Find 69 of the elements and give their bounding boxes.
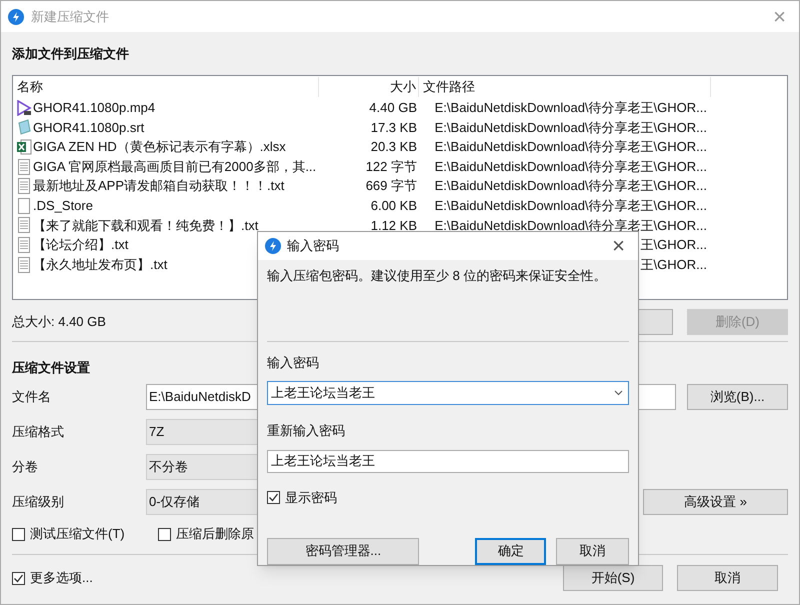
file-size: 6.00 KB <box>370 198 417 214</box>
file-name: .DS_Store <box>33 197 93 216</box>
file-size: 1.12 KB <box>370 218 417 233</box>
file-path: E:\BaiduNetdiskDownload\待分享老王\GHOR... <box>434 138 707 156</box>
text-file-icon <box>16 178 32 194</box>
document-icon <box>16 119 32 136</box>
password-combobox[interactable]: 上老王论坛当老王 <box>267 381 629 405</box>
section-heading: 压缩文件设置 <box>12 359 90 377</box>
dialog-button[interactable]: 确定 <box>475 538 546 564</box>
spreadsheet-icon <box>16 138 32 155</box>
chevron-down-icon <box>614 390 623 396</box>
field-label: 分卷 <box>12 458 39 476</box>
file-path: E:\BaiduNetdiskDownload\待分享老王\GHOR... <box>434 99 707 118</box>
file-path: E:\BaiduNetdiskDownload\待分享老王\GHOR... <box>434 197 707 216</box>
checkbox-label: 更多选项... <box>30 569 93 588</box>
checkbox[interactable] <box>12 528 25 540</box>
checkbox-label: 显示密码 <box>285 488 337 507</box>
file-name: 【论坛介绍】.txt <box>33 236 128 254</box>
checkbox[interactable] <box>12 572 25 584</box>
file-name: GHOR41.1080p.mp4 <box>33 99 156 118</box>
file-size: 122 字节 <box>366 158 417 174</box>
total-size: 总大小: 4.40 GB <box>12 313 106 332</box>
dialog-title: 输入密码 <box>287 237 339 256</box>
field-label: 压缩级别 <box>12 493 65 512</box>
dialog-button[interactable]: 取消 <box>556 538 629 564</box>
file-name: 【永久地址发布页】.txt <box>33 256 168 274</box>
text-file-icon <box>16 158 32 175</box>
column-header[interactable]: 大小 <box>319 77 419 97</box>
section-heading: 添加文件到压缩文件 <box>12 45 129 63</box>
file-name: 最新地址及APP请发邮箱自动获取！！！.txt <box>33 177 284 196</box>
file-size: 20.3 KB <box>370 139 417 154</box>
file-name: 【来了就能下载和观看！纯免费！】.txt <box>33 216 258 235</box>
text-file-icon <box>16 217 32 234</box>
text-file-icon <box>16 256 32 273</box>
checkbox[interactable] <box>267 491 280 504</box>
checkbox-label: 压缩后删除原 <box>176 525 254 544</box>
field-label: 文件名 <box>12 388 52 406</box>
checkbox[interactable] <box>158 528 171 540</box>
file-path: 王\GHOR... <box>640 236 707 254</box>
file-name: GIGA ZEN HD（黄色标记表示有字幕）.xlsx <box>33 138 286 156</box>
field-label: 输入密码 <box>267 354 320 372</box>
file-size: 17.3 KB <box>370 120 417 135</box>
cancel-button[interactable]: 取消 <box>677 565 778 591</box>
file-path: E:\BaiduNetdiskDownload\待分享老王\GHOR... <box>434 177 707 196</box>
description: 输入压缩包密码。建议使用至少 8 位的密码来保证安全性。 <box>267 267 608 285</box>
checkbox-label: 测试压缩文件(T) <box>30 525 125 544</box>
file-path: 王\GHOR... <box>640 256 707 274</box>
app-logo-icon <box>8 8 24 24</box>
column-header[interactable]: 名称 <box>13 77 319 97</box>
text-file-icon <box>16 236 32 253</box>
field-label: 重新输入密码 <box>267 422 346 440</box>
column-header[interactable]: 文件路径 <box>419 77 711 97</box>
close-button[interactable]: × <box>612 235 625 257</box>
file-path: E:\BaiduNetdiskDownload\待分享老王\GHOR... <box>434 158 707 176</box>
field-label: 压缩格式 <box>12 423 65 442</box>
file-size: 669 字节 <box>366 178 417 194</box>
file-icon <box>16 198 32 214</box>
file-name: GIGA 官网原档最高画质目前已有2000多部，其... <box>33 158 316 176</box>
advanced-settings-button[interactable]: 高级设置 » <box>643 489 788 515</box>
app-logo-icon <box>265 238 281 254</box>
file-size: 4.40 GB <box>369 100 417 116</box>
browse-button[interactable]: 浏览(B)... <box>687 384 788 410</box>
dialog-button[interactable]: 密码管理器... <box>267 538 420 564</box>
file-path: E:\BaiduNetdiskDownload\待分享老王\GHOR... <box>434 118 707 137</box>
file-name: GHOR41.1080p.srt <box>33 118 144 137</box>
play-icon <box>16 100 32 116</box>
start-button[interactable]: 开始(S) <box>563 565 663 591</box>
window-title: 新建压缩文件 <box>31 8 109 26</box>
input-field[interactable]: 上老王论坛当老王 <box>267 450 629 472</box>
